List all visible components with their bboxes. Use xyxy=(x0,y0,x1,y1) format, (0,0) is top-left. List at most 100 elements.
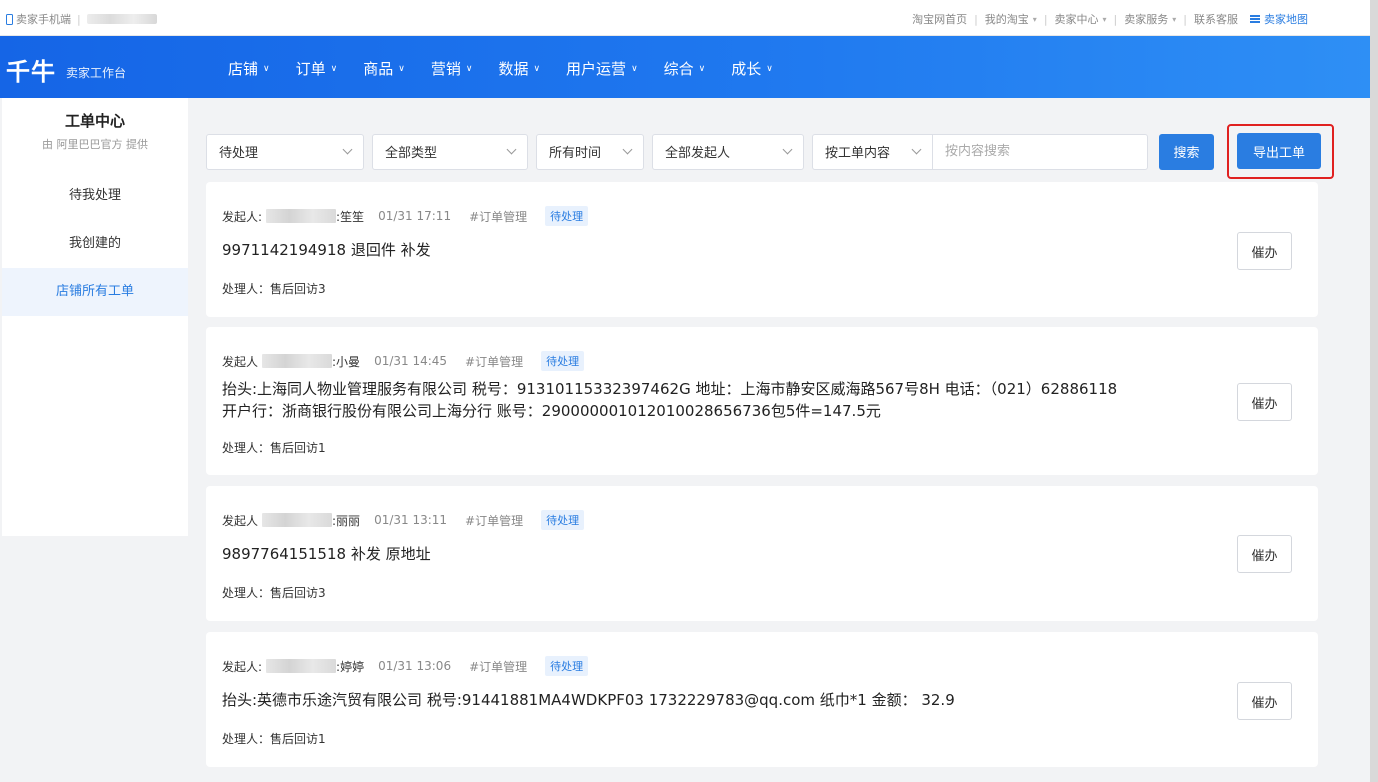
seller-center-link[interactable]: 卖家中心 ▾ xyxy=(1055,11,1107,27)
content-search-group: 按工单内容 xyxy=(812,133,1148,170)
type-select[interactable]: 全部类型 xyxy=(372,133,528,170)
chevron-down-icon: ∨ xyxy=(398,63,405,74)
contact-support-link[interactable]: 联系客服 xyxy=(1194,11,1238,27)
ticket-content: 抬头:英德市乐途汽贸有限公司 税号:91441881MA4WDKPF03 173… xyxy=(222,691,955,709)
chevron-down-icon xyxy=(622,144,633,155)
chevron-down-icon: ∨ xyxy=(263,63,270,74)
window-edge xyxy=(1370,0,1378,782)
ticket-handler: 处理人：售后回访3 xyxy=(222,282,326,296)
ticket-content: 9971142194918 退回件 补发 xyxy=(222,241,431,259)
search-field-select[interactable]: 按工单内容 xyxy=(813,134,933,169)
initiator-name: :婷婷 xyxy=(336,659,365,674)
ticket-time: 01/31 14:45 xyxy=(374,354,448,368)
urge-button[interactable]: 催办 xyxy=(1237,535,1292,573)
urge-button[interactable]: 催办 xyxy=(1237,682,1292,720)
ticket-handler: 处理人：售后回访1 xyxy=(222,441,326,455)
ticket-tag: #订单管理 xyxy=(469,209,528,224)
divider: | xyxy=(77,12,81,26)
chevron-down-icon: ▾ xyxy=(1172,14,1177,24)
ticket-card: 发起人 :小曼 01/31 14:45 #订单管理 待处理 抬头:上海同人物业管… xyxy=(206,327,1318,475)
status-badge: 待处理 xyxy=(545,206,589,226)
nav-item-shop[interactable]: 店铺 ∨ xyxy=(228,58,270,79)
ticket-card: 发起人 :丽丽 01/31 13:11 #订单管理 待处理 9897764151… xyxy=(206,486,1318,621)
my-taobao-link[interactable]: 我的淘宝 ▾ xyxy=(985,11,1037,27)
nav-item-products[interactable]: 商品 ∨ xyxy=(363,58,405,79)
nav-item-marketing[interactable]: 营销 ∨ xyxy=(431,58,473,79)
masked-initiator xyxy=(262,513,333,527)
chevron-down-icon xyxy=(911,144,922,155)
time-select[interactable]: 所有时间 xyxy=(536,133,644,170)
ticket-time: 01/31 13:11 xyxy=(374,513,448,527)
status-badge: 待处理 xyxy=(541,510,585,530)
taobao-home-link[interactable]: 淘宝网首页 xyxy=(912,11,967,27)
topbar-right-links: 淘宝网首页 | 我的淘宝 ▾ | 卖家中心 ▾ | 卖家服务 ▾ | 联系客服 卖家地… xyxy=(912,11,1308,27)
ticket-time: 01/31 17:11 xyxy=(378,209,452,223)
initiator-name: :丽丽 xyxy=(332,513,361,528)
nav-item-user-ops[interactable]: 用户运营 ∨ xyxy=(566,58,638,79)
topbar-left: 卖家手机端 | xyxy=(6,11,157,27)
chevron-down-icon xyxy=(342,144,353,155)
logo-subtitle: 卖家工作台 xyxy=(66,66,127,80)
seller-map-link[interactable]: 卖家地图 xyxy=(1250,11,1308,27)
nav-item-data[interactable]: 数据 ∨ xyxy=(498,58,540,79)
ticket-card: 发起人: :笙笙 01/31 17:11 #订单管理 待处理 997114219… xyxy=(206,182,1318,317)
chevron-down-icon: ∨ xyxy=(330,63,338,74)
ticket-card: 发起人: :婷婷 01/31 13:06 #订单管理 待处理 抬头:英德市乐途汽… xyxy=(206,632,1318,767)
ticket-meta: 发起人: :笙笙 01/31 17:11 #订单管理 待处理 xyxy=(222,206,589,226)
masked-initiator xyxy=(262,354,333,368)
sidebar-title: 工单中心 xyxy=(64,112,125,130)
ticket-center-sidebar: 工单中心 由 阿里巴巴官方 提供 待我处理 我创建的 店铺所有工单 xyxy=(2,98,188,536)
sidebar-item-all-shop-tickets[interactable]: 店铺所有工单 xyxy=(2,268,188,316)
ticket-handler: 处理人：售后回访3 xyxy=(222,586,326,600)
masked-shop-name xyxy=(86,14,157,24)
menu-icon xyxy=(1250,15,1260,23)
chevron-down-icon: ∨ xyxy=(631,63,638,74)
ticket-content: 9897764151518 补发 原地址 xyxy=(222,545,431,563)
initiator-select[interactable]: 全部发起人 xyxy=(652,133,804,170)
chevron-down-icon: ∨ xyxy=(465,63,473,74)
ticket-meta: 发起人 :丽丽 01/31 13:11 #订单管理 待处理 xyxy=(222,510,585,530)
masked-initiator xyxy=(266,209,337,223)
main-navigation: 千牛 卖家工作台 店铺 ∨ 订单 ∨ 商品 ∨ 营销 ∨ 数据 ∨ 用户运营 ∨ 综合 ∨ 成… xyxy=(0,36,1370,98)
chevron-down-icon: ∨ xyxy=(533,63,541,74)
chevron-down-icon: ▾ xyxy=(1102,14,1107,24)
ticket-tag: #订单管理 xyxy=(469,659,528,674)
initiator-name: :笙笙 xyxy=(336,209,365,224)
status-badge: 待处理 xyxy=(545,656,589,676)
chevron-down-icon: ▾ xyxy=(1032,14,1037,24)
urge-button[interactable]: 催办 xyxy=(1237,232,1292,270)
sidebar-item-pending-for-me[interactable]: 待我处理 xyxy=(2,172,188,220)
nav-menu: 店铺 ∨ 订单 ∨ 商品 ∨ 营销 ∨ 数据 ∨ 用户运营 ∨ 综合 ∨ 成长 ∨ xyxy=(228,58,799,79)
status-select[interactable]: 待处理 xyxy=(206,133,364,170)
urge-button[interactable]: 催办 xyxy=(1237,383,1292,421)
qianniu-logo[interactable]: 千牛 xyxy=(6,52,56,87)
ticket-handler: 处理人：售后回访1 xyxy=(222,732,326,746)
content-search-input[interactable] xyxy=(933,134,1147,169)
search-button[interactable]: 搜索 xyxy=(1159,133,1214,170)
chevron-down-icon xyxy=(782,144,793,155)
status-badge: 待处理 xyxy=(541,351,585,371)
nav-item-growth[interactable]: 成长 ∨ xyxy=(731,58,773,79)
ticket-content: 抬头:上海同人物业管理服务有限公司 税号：91310115332397462G … xyxy=(222,380,1118,420)
export-tickets-button[interactable]: 导出工单 xyxy=(1237,133,1321,169)
sidebar-item-created-by-me[interactable]: 我创建的 xyxy=(2,220,188,268)
nav-item-orders[interactable]: 订单 ∨ xyxy=(296,58,338,79)
chevron-down-icon xyxy=(506,144,517,155)
export-highlight-box: 导出工单 xyxy=(1227,124,1334,179)
top-utility-bar: 卖家手机端 | 淘宝网首页 | 我的淘宝 ▾ | 卖家中心 ▾ | 卖家服务 ▾ | … xyxy=(0,0,1370,36)
sidebar-subtitle: 由 阿里巴巴官方 提供 xyxy=(42,138,148,151)
mobile-seller-link[interactable]: 卖家手机端 xyxy=(16,11,71,27)
ticket-time: 01/31 13:06 xyxy=(378,659,452,673)
seller-service-link[interactable]: 卖家服务 ▾ xyxy=(1124,11,1176,27)
chevron-down-icon: ∨ xyxy=(766,63,773,74)
ticket-tag: #订单管理 xyxy=(465,513,524,528)
ticket-tag: #订单管理 xyxy=(465,354,524,369)
mobile-phone-icon xyxy=(6,13,13,25)
chevron-down-icon: ∨ xyxy=(698,63,706,74)
masked-initiator xyxy=(266,659,337,673)
nav-item-general[interactable]: 综合 ∨ xyxy=(664,58,706,79)
ticket-meta: 发起人 :小曼 01/31 14:45 #订单管理 待处理 xyxy=(222,351,585,371)
initiator-name: :小曼 xyxy=(332,354,361,369)
filter-bar: 待处理 全部类型 所有时间 全部发起人 按工单内容 搜索 导出工单 xyxy=(206,124,1334,179)
ticket-meta: 发起人: :婷婷 01/31 13:06 #订单管理 待处理 xyxy=(222,656,589,676)
